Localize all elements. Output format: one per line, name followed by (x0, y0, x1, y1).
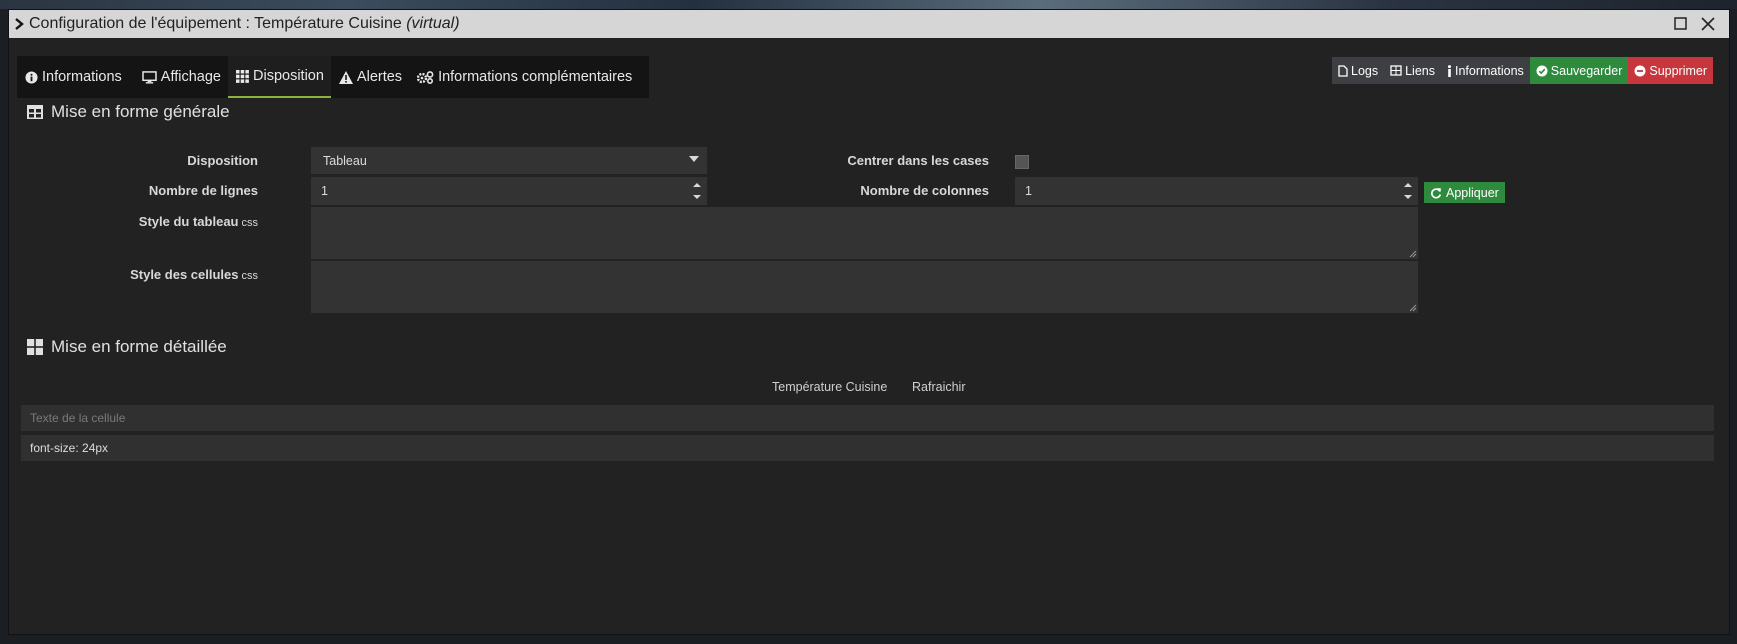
tab-affichage[interactable]: Affichage (129, 56, 228, 98)
tab-disposition[interactable]: Disposition (228, 56, 331, 98)
background-strip (0, 0, 1737, 9)
maximize-icon[interactable] (1673, 16, 1689, 32)
action-toolbar: Logs Liens Informations Sauvegarder Supp… (1332, 57, 1714, 84)
minus-circle-icon (1634, 65, 1646, 76)
tab-label: Alertes (356, 69, 403, 85)
informations-button[interactable]: Informations (1441, 57, 1530, 84)
style-cellules-textarea[interactable] (311, 261, 1418, 313)
dialog-titlebar[interactable]: Configuration de l'équipement : Températ… (9, 10, 1729, 38)
cell-text-input[interactable]: Texte de la cellule (21, 405, 1714, 431)
grid-icon (236, 69, 249, 83)
general-section-title: Mise en forme générale (27, 102, 230, 122)
disposition-select[interactable]: Tableau (311, 147, 707, 174)
cell-style-input[interactable]: font-size: 24px (21, 435, 1714, 461)
chevron-down-icon (689, 156, 699, 162)
warning-icon (338, 70, 353, 84)
cell-header-temperature: Température Cuisine (772, 380, 888, 394)
tab-bar: Informations Affichage Disposition Alert… (17, 56, 649, 98)
file-icon (1338, 64, 1348, 77)
spinner-arrows-icon[interactable] (1402, 180, 1414, 202)
refresh-icon (1431, 187, 1442, 199)
gears-icon (417, 70, 434, 84)
style-tableau-label: Style du tableau css (138, 214, 258, 229)
resize-handle-icon[interactable] (1409, 304, 1417, 312)
info-circle-icon (25, 70, 38, 84)
tab-label: Informations (42, 69, 122, 85)
tab-label: Disposition (253, 68, 324, 84)
close-icon[interactable] (1699, 15, 1717, 33)
tab-informations[interactable]: Informations (17, 56, 129, 98)
tab-label: Affichage (160, 69, 221, 85)
lignes-input[interactable]: 1 (311, 177, 707, 205)
dialog-title: Configuration de l'équipement : Températ… (29, 15, 460, 32)
equipment-config-dialog: Configuration de l'équipement : Températ… (8, 9, 1730, 635)
supprimer-button[interactable]: Supprimer (1628, 57, 1714, 84)
sauvegarder-button[interactable]: Sauvegarder (1529, 57, 1629, 84)
appliquer-button[interactable]: Appliquer (1424, 182, 1505, 203)
disposition-label: Disposition (187, 153, 258, 168)
monitor-icon (142, 70, 157, 84)
style-tableau-textarea[interactable] (311, 207, 1418, 259)
centrer-label: Centrer dans les cases (847, 153, 989, 168)
info-icon (1448, 64, 1451, 77)
tab-label: Informations complémentaires (438, 69, 633, 85)
style-cellules-label: Style des cellules css (130, 267, 258, 282)
check-circle-icon (1536, 65, 1548, 76)
centrer-checkbox[interactable] (1015, 155, 1029, 169)
tab-informations-complementaires[interactable]: Informations complémentaires (409, 56, 639, 98)
cell-header-rafraichir: Rafraichir (912, 380, 966, 394)
tab-alertes[interactable]: Alertes (331, 56, 409, 98)
windows-grid-icon (27, 339, 43, 355)
lignes-label: Nombre de lignes (148, 183, 258, 198)
liens-button[interactable]: Liens (1384, 57, 1441, 84)
table-icon (27, 105, 43, 119)
logs-button[interactable]: Logs (1332, 57, 1385, 84)
chevron-right-icon (15, 18, 24, 30)
resize-handle-icon[interactable] (1409, 250, 1417, 258)
colonnes-label: Nombre de colonnes (860, 183, 989, 198)
sitemap-icon (1390, 65, 1402, 76)
colonnes-input[interactable]: 1 (1015, 177, 1418, 205)
detail-section-title: Mise en forme détaillée (27, 337, 227, 357)
spinner-arrows-icon[interactable] (691, 180, 703, 202)
